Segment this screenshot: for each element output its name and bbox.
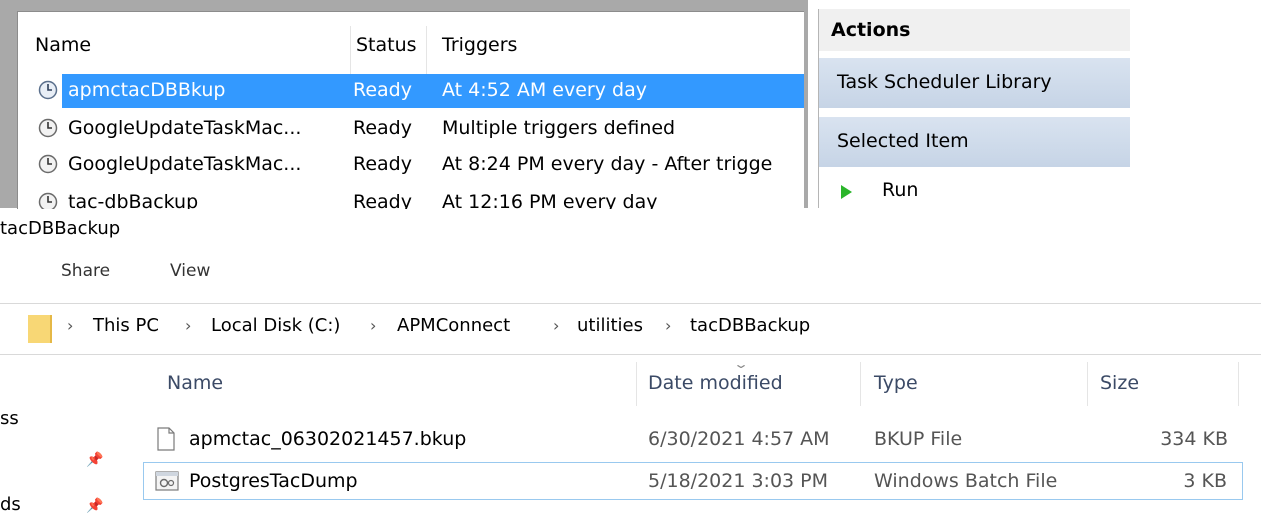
breadcrumb-chevron-icon[interactable]: › [370, 316, 376, 335]
task-name: GoogleUpdateTaskMac... [68, 117, 302, 139]
file-type: BKUP File [874, 428, 963, 450]
file-icon [157, 427, 175, 451]
batch-file-icon [155, 471, 179, 491]
task-status: Ready [353, 79, 412, 101]
pin-icon[interactable]: 📌 [86, 498, 103, 514]
actions-header: Actions [819, 9, 1130, 51]
file-type: Windows Batch File [874, 470, 1058, 492]
task-name: tac-dbBackup [68, 191, 199, 209]
task-triggers: At 8:24 PM every day - After trigge [442, 153, 773, 175]
task-status: Ready [353, 117, 412, 139]
column-header-date-modified[interactable]: Date modified [648, 372, 783, 394]
breadcrumb-item[interactable]: tacDBBackup [690, 315, 810, 336]
task-name: GoogleUpdateTaskMac... [68, 153, 302, 175]
file-row[interactable]: PostgresTacDump 5/18/2021 3:03 PM Window… [143, 462, 1243, 500]
nav-item-partial[interactable]: ss [0, 408, 19, 429]
pin-icon[interactable]: 📌 [86, 452, 103, 468]
task-status: Ready [353, 191, 412, 209]
folder-icon [28, 315, 52, 343]
actions-panel: Actions Task Scheduler Library Selected … [818, 9, 1130, 208]
breadcrumb-chevron-icon[interactable]: › [185, 316, 191, 335]
task-clock-icon [38, 80, 58, 100]
window-title: tacDBBackup [0, 218, 121, 239]
actions-group-label: Task Scheduler Library [837, 71, 1052, 93]
file-date-modified: 6/30/2021 4:57 AM [648, 428, 830, 450]
file-size: 3 KB [1183, 470, 1227, 492]
sort-chevron-icon: ⌄ [732, 357, 750, 371]
column-divider[interactable] [1238, 362, 1239, 406]
actions-group-library[interactable]: Task Scheduler Library [819, 57, 1130, 108]
task-row[interactable]: GoogleUpdateTaskMac... Ready At 8:24 PM … [18, 148, 804, 182]
file-size: 334 KB [1160, 428, 1228, 450]
run-play-icon [841, 185, 852, 199]
task-triggers: At 12:16 PM every day [442, 191, 658, 209]
column-divider[interactable] [636, 362, 637, 406]
breadcrumb-chevron-icon[interactable]: › [553, 316, 559, 335]
column-header-size[interactable]: Size [1100, 372, 1139, 394]
task-clock-icon [38, 192, 58, 209]
task-name: apmctacDBBkup [68, 79, 226, 101]
task-triggers: Multiple triggers defined [442, 117, 676, 139]
breadcrumb-item[interactable]: utilities [577, 315, 643, 336]
run-label: Run [882, 179, 919, 201]
actions-group-selected-item[interactable]: Selected Item [819, 116, 1130, 167]
address-bar[interactable]: › This PC › Local Disk (C:) › APMConnect… [0, 303, 1261, 355]
column-divider[interactable] [426, 26, 427, 74]
ribbon-tab-share[interactable]: Share [61, 261, 110, 281]
column-divider[interactable] [860, 362, 861, 406]
file-date-modified: 5/18/2021 3:03 PM [648, 470, 829, 492]
ribbon-tab-view[interactable]: View [170, 261, 210, 281]
nav-item-partial[interactable]: ds [0, 494, 21, 515]
task-clock-icon [38, 118, 58, 138]
breadcrumb-chevron-icon[interactable]: › [665, 316, 671, 335]
column-header-type[interactable]: Type [874, 372, 918, 394]
breadcrumb-item[interactable]: APMConnect [397, 315, 510, 336]
task-clock-icon [38, 154, 58, 174]
column-header-name[interactable]: Name [167, 372, 223, 394]
breadcrumb-item[interactable]: Local Disk (C:) [211, 315, 340, 336]
column-divider[interactable] [350, 26, 351, 74]
column-header-status[interactable]: Status [356, 34, 417, 56]
task-row[interactable]: apmctacDBBkup Ready At 4:52 AM every day [18, 74, 804, 108]
actions-group-label: Selected Item [837, 130, 969, 152]
column-divider[interactable] [1087, 362, 1088, 406]
file-name: apmctac_06302021457.bkup [189, 428, 467, 450]
task-triggers: At 4:52 AM every day [442, 79, 647, 101]
task-row[interactable]: GoogleUpdateTaskMac... Ready Multiple tr… [18, 112, 804, 146]
breadcrumb-item[interactable]: This PC [93, 315, 159, 336]
column-header-triggers[interactable]: Triggers [442, 34, 517, 56]
breadcrumb-chevron-icon[interactable]: › [67, 316, 73, 335]
actions-title: Actions [831, 19, 911, 41]
task-status: Ready [353, 153, 412, 175]
file-row[interactable]: apmctac_06302021457.bkup 6/30/2021 4:57 … [143, 421, 1243, 459]
task-row[interactable]: tac-dbBackup Ready At 12:16 PM every day [18, 186, 804, 209]
column-header-name[interactable]: Name [35, 34, 91, 56]
file-name: PostgresTacDump [189, 470, 358, 492]
task-list-pane: Name Status Triggers apmctacDBBkup Ready… [17, 11, 804, 209]
